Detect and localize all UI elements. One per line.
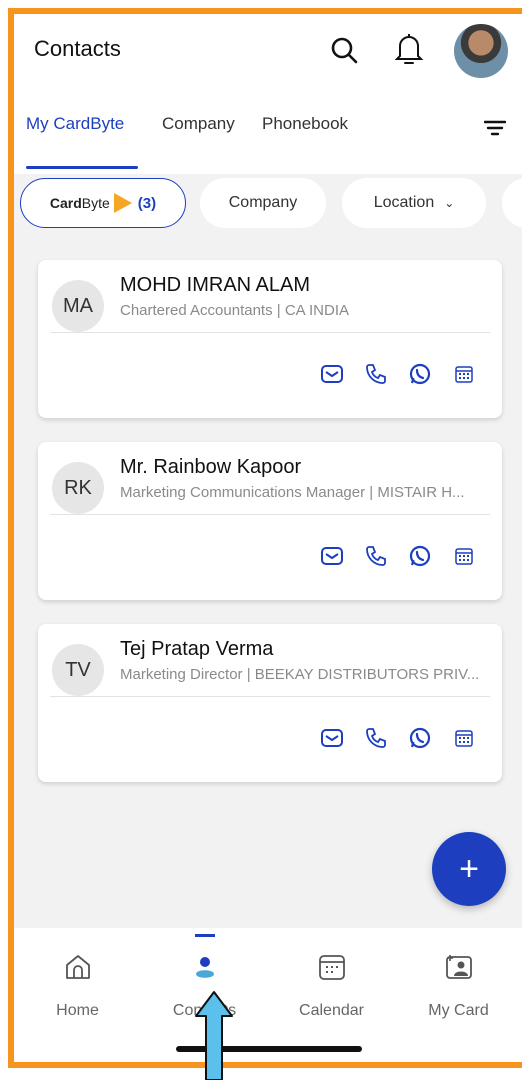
tab-my-cardbyte[interactable]: My CardByte	[26, 114, 124, 134]
card-divider	[50, 696, 490, 697]
pointer-arrow-icon	[195, 991, 233, 1080]
avatar[interactable]	[454, 24, 508, 78]
contact-subtitle: Chartered Accountants | CA INDIA	[120, 302, 350, 319]
contact-card[interactable]: TV Tej Pratap Verma Marketing Director |…	[38, 624, 502, 782]
nav-my-card-label: My Card	[428, 1002, 489, 1019]
contact-name: Mr. Rainbow Kapoor	[120, 456, 302, 478]
nav-my-card[interactable]: My Card	[395, 928, 522, 1028]
cardbyte-logo: CardByte	[49, 195, 110, 211]
app-screen: Contacts My CardByte Company Phonebook C…	[14, 14, 522, 1062]
company-filter-chip[interactable]: Company	[200, 178, 326, 228]
email-icon[interactable]	[320, 362, 344, 386]
bottom-navigation: Home Contacts Calendar	[14, 928, 522, 1062]
contact-card[interactable]: MA MOHD IMRAN ALAM Chartered Accountants…	[38, 260, 502, 418]
nav-home-label: Home	[56, 1002, 99, 1019]
page-title: Contacts	[34, 36, 121, 61]
card-divider	[50, 332, 490, 333]
location-filter-chip[interactable]: Location ⌄	[342, 178, 486, 228]
contact-subtitle: Marketing Communications Manager | MISTA…	[120, 484, 465, 501]
phone-icon[interactable]	[364, 544, 388, 568]
whatsapp-icon[interactable]	[408, 544, 432, 568]
phone-icon[interactable]	[364, 726, 388, 750]
contact-name: MOHD IMRAN ALAM	[120, 274, 311, 296]
nav-calendar-label: Calendar	[299, 1002, 364, 1019]
app-header: Contacts My CardByte Company Phonebook	[14, 14, 522, 174]
tab-company[interactable]: Company	[162, 114, 235, 134]
tab-phonebook[interactable]: Phonebook	[262, 114, 348, 134]
bell-icon[interactable]	[394, 32, 424, 66]
contact-card[interactable]: RK Mr. Rainbow Kapoor Marketing Communic…	[38, 442, 502, 600]
chevron-down-icon: ⌄	[444, 196, 455, 210]
calendar-icon	[318, 955, 345, 980]
tab-bar: My CardByte Company Phonebook	[14, 114, 522, 158]
nav-home[interactable]: Home	[14, 928, 141, 1028]
plus-icon: +	[459, 849, 479, 888]
more-filter-chip[interactable]	[502, 178, 522, 228]
cardbyte-logo-icon	[113, 193, 132, 213]
email-icon[interactable]	[320, 544, 344, 568]
frame-border-bottom	[8, 1062, 522, 1068]
whatsapp-icon[interactable]	[408, 362, 432, 386]
contact-avatar: TV	[52, 644, 104, 696]
calendar-icon[interactable]	[452, 362, 476, 386]
nav-calendar[interactable]: Calendar	[268, 928, 395, 1028]
contact-avatar: RK	[52, 462, 104, 514]
calendar-icon[interactable]	[452, 544, 476, 568]
filter-chips: CardByte (3) Company Location ⌄	[14, 178, 522, 230]
cardbyte-count: (3)	[137, 194, 157, 212]
filter-icon[interactable]	[484, 118, 506, 138]
email-icon[interactable]	[320, 726, 344, 750]
company-filter-label: Company	[228, 194, 298, 211]
location-filter-label: Location	[373, 194, 435, 211]
contact-subtitle: Marketing Director | BEEKAY DISTRIBUTORS…	[120, 666, 480, 683]
my-card-icon	[445, 955, 472, 979]
calendar-icon[interactable]	[452, 726, 476, 750]
add-contact-button[interactable]: +	[432, 832, 506, 906]
whatsapp-icon[interactable]	[408, 726, 432, 750]
contacts-icon	[195, 957, 214, 978]
home-icon	[65, 955, 90, 979]
active-tab-indicator	[26, 166, 138, 169]
search-icon[interactable]	[330, 36, 358, 64]
contact-name: Tej Pratap Verma	[120, 638, 274, 660]
screen-frame: Contacts My CardByte Company Phonebook C…	[0, 0, 522, 1080]
card-divider	[50, 514, 490, 515]
phone-icon[interactable]	[364, 362, 388, 386]
cardbyte-filter-chip[interactable]: CardByte (3)	[20, 178, 186, 228]
contact-avatar: MA	[52, 280, 104, 332]
